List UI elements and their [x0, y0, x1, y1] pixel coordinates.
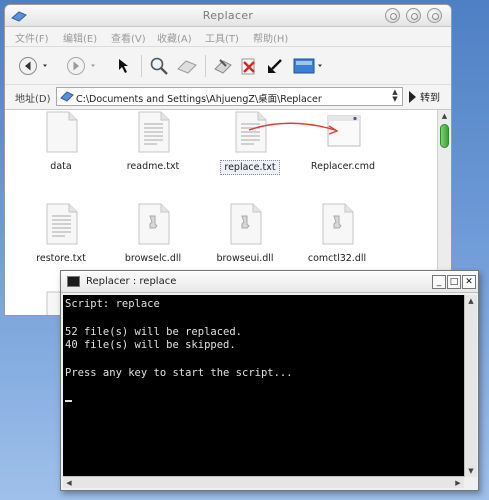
undo-button[interactable] — [263, 55, 287, 77]
console-line: Press any key to start the script... — [65, 366, 293, 379]
console-close-button[interactable]: ✕ — [462, 275, 476, 289]
console-horizontal-scrollbar[interactable]: ◀ ▶ — [63, 476, 464, 488]
views-button[interactable] — [291, 55, 327, 77]
dll-file-icon — [322, 203, 354, 245]
console-icon — [67, 276, 80, 287]
explorer-title-bar[interactable]: Replacer — [5, 5, 451, 27]
address-bar: 地址(D) C:\Documents and Settings\AhjuengZ… — [5, 85, 451, 109]
maximize-button[interactable] — [406, 8, 421, 23]
file-name: readme.txt — [126, 161, 180, 172]
toolbar-separator — [141, 55, 142, 77]
file-item-readme[interactable]: readme.txt — [111, 110, 195, 173]
close-button[interactable] — [427, 8, 442, 23]
menu-edit[interactable]: 编辑(E) — [63, 30, 97, 45]
address-input[interactable]: C:\Documents and Settings\AhjuengZ\桌面\Re… — [56, 87, 403, 106]
file-name: data — [50, 161, 72, 172]
scroll-up-icon[interactable]: ▲ — [465, 295, 477, 307]
menu-favorites[interactable]: 收藏(A) — [157, 30, 192, 45]
file-item-browseui[interactable]: browseui.dll — [203, 202, 287, 265]
drag-annotation-arrow — [248, 122, 339, 135]
file-item-browselc[interactable]: browselc.dll — [111, 202, 195, 265]
menu-help[interactable]: 帮助(H) — [253, 30, 288, 45]
dll-file-icon — [230, 203, 262, 245]
minimize-button[interactable] — [385, 8, 400, 23]
search-icon — [150, 57, 168, 75]
scroll-down-icon[interactable]: ▼ — [465, 465, 477, 477]
generic-file-icon — [46, 111, 78, 153]
file-name: replace.txt — [220, 160, 280, 175]
scroll-up-icon[interactable]: ▲ — [438, 110, 451, 122]
console-cursor-line — [65, 395, 464, 409]
console-maximize-button[interactable]: □ — [447, 275, 461, 289]
folders-button[interactable] — [175, 55, 199, 77]
views-icon — [293, 58, 322, 74]
toolbar — [5, 47, 451, 85]
scroll-right-icon[interactable]: ▶ — [452, 477, 464, 489]
console-title-bar[interactable]: Replacer : replace _ □ ✕ — [61, 271, 478, 293]
delete-icon — [241, 58, 255, 75]
search-button[interactable] — [147, 55, 171, 77]
dll-file-icon — [138, 203, 170, 245]
console-line: ​ — [65, 312, 464, 326]
file-item-restore[interactable]: restore.txt — [19, 202, 103, 265]
console-line: 52 file(s) will be replaced. — [65, 325, 243, 338]
menu-file[interactable]: 文件(F) — [15, 30, 49, 45]
console-minimize-button[interactable]: _ — [432, 275, 446, 289]
folder-location-icon — [60, 91, 74, 102]
menu-tools[interactable]: 工具(T) — [205, 30, 239, 45]
address-value: C:\Documents and Settings\AhjuengZ\桌面\Re… — [76, 94, 322, 105]
up-folder-button[interactable] — [113, 55, 135, 77]
console-line: ​ — [65, 353, 464, 367]
console-line: Script: replace — [65, 298, 160, 310]
move-to-icon — [214, 59, 232, 74]
up-arrow-icon — [119, 59, 128, 73]
folders-icon — [177, 60, 197, 74]
console-line: 40 file(s) will be skipped. — [65, 339, 236, 352]
file-item-comctl32[interactable]: comctl32.dll — [295, 202, 379, 265]
move-to-button[interactable] — [211, 55, 235, 77]
forward-button[interactable] — [65, 55, 101, 77]
back-button[interactable] — [17, 55, 53, 77]
toolbar-separator — [205, 55, 206, 77]
delete-button[interactable] — [237, 55, 261, 77]
file-item-data[interactable]: data — [19, 110, 103, 173]
file-name: restore.txt — [36, 253, 86, 264]
console-window: Replacer : replace _ □ ✕ Script: replace… — [60, 270, 479, 491]
go-button[interactable]: 转到 — [409, 89, 440, 104]
menu-view[interactable]: 查看(V) — [111, 30, 146, 45]
console-window-title: Replacer : replace — [86, 276, 177, 287]
file-name: comctl32.dll — [307, 253, 367, 264]
console-line: ​ — [65, 381, 464, 395]
go-label: 转到 — [420, 93, 440, 104]
menu-bar: 文件(F) 编辑(E) 查看(V) 收藏(A) 工具(T) 帮助(H) — [5, 27, 451, 47]
console-output[interactable]: Script: replace​52 file(s) will be repla… — [63, 295, 464, 477]
scroll-left-icon[interactable]: ◀ — [63, 477, 75, 489]
address-label: 地址(D) — [15, 94, 51, 105]
address-dropdown-icon[interactable]: ▲ ▼ — [390, 89, 400, 104]
file-name: browseui.dll — [216, 253, 274, 264]
file-name: browselc.dll — [124, 253, 182, 264]
text-file-icon — [46, 203, 78, 245]
go-arrow-icon — [409, 90, 416, 103]
text-file-icon — [138, 111, 170, 153]
forward-arrow-icon — [67, 57, 95, 75]
undo-arrow-icon — [268, 59, 282, 73]
text-cursor — [65, 399, 72, 402]
scrollbar-thumb[interactable] — [440, 124, 449, 148]
file-name: Replacer.cmd — [310, 161, 376, 172]
console-vertical-scrollbar[interactable]: ▲ ▼ — [464, 295, 477, 477]
back-arrow-icon — [19, 57, 47, 75]
